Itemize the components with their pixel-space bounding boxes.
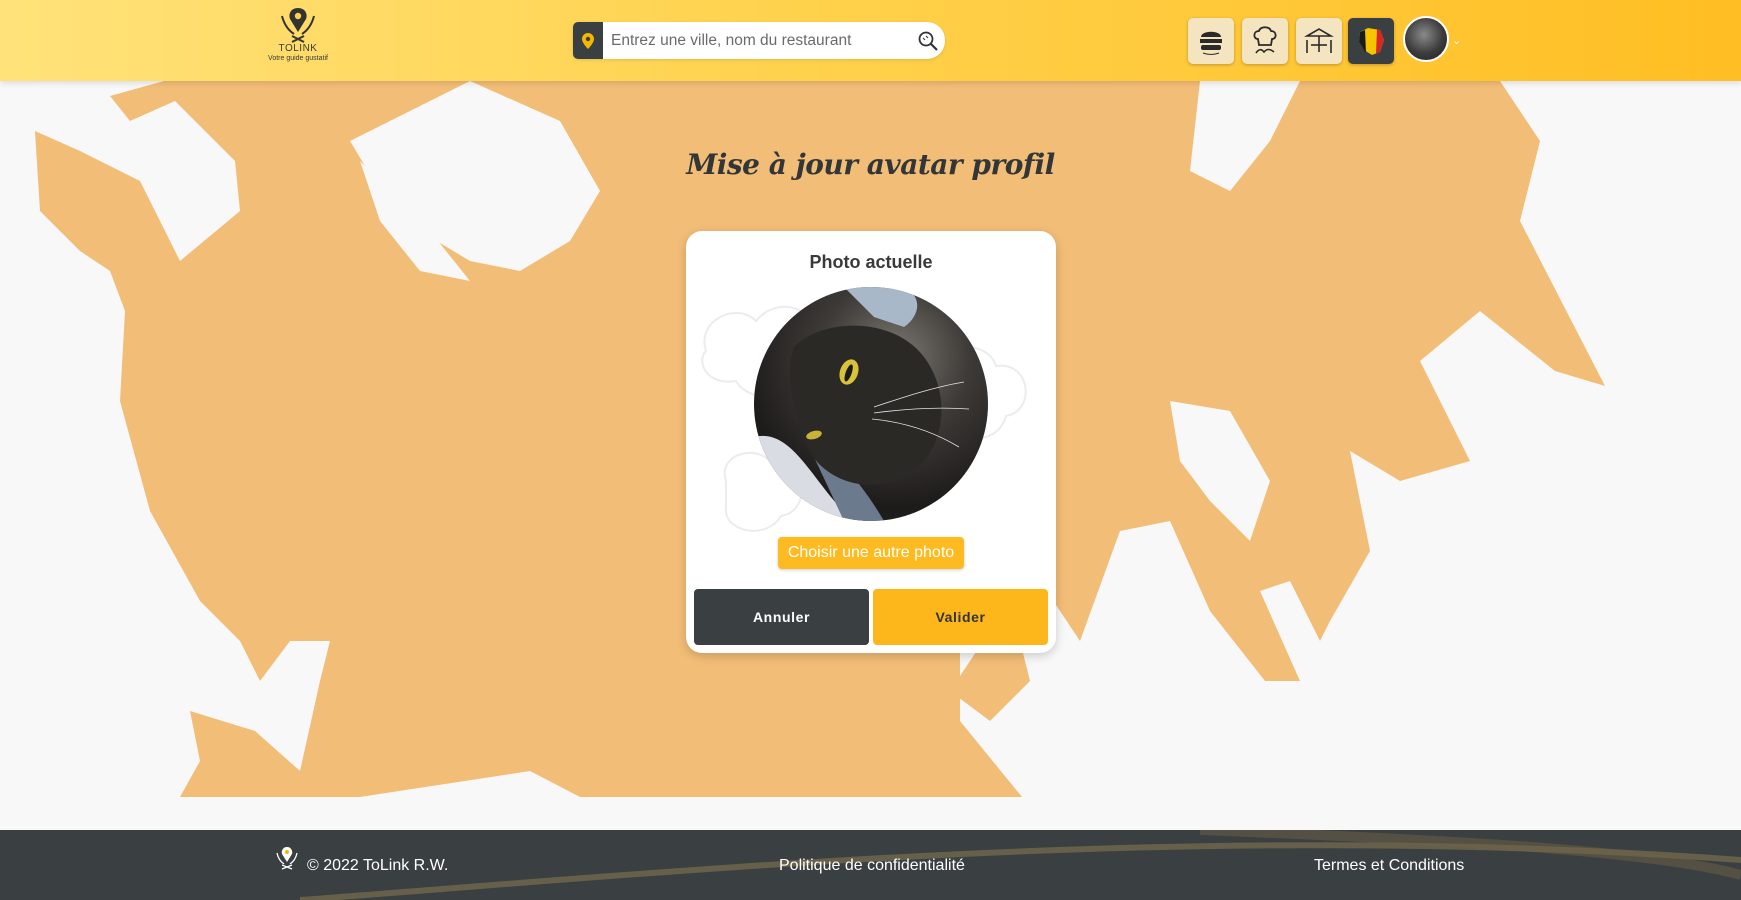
footer: © 2022 ToLink R.W. Politique de confiden… bbox=[0, 830, 1741, 900]
location-pin-icon bbox=[573, 22, 603, 59]
logo-icon bbox=[281, 8, 315, 43]
table-umbrella-icon bbox=[1304, 28, 1334, 53]
validate-button[interactable]: Valider bbox=[873, 589, 1048, 645]
choose-photo-button[interactable]: Choisir une autre photo bbox=[778, 537, 964, 569]
footer-copyright: © 2022 ToLink R.W. bbox=[307, 857, 449, 874]
page-title: Mise à jour avatar profil bbox=[686, 148, 1055, 181]
tolink-logo[interactable]: TOLINK Votre guide gustatif bbox=[262, 6, 334, 70]
belgium-tile[interactable] bbox=[1348, 18, 1394, 64]
search-input[interactable] bbox=[611, 28, 901, 53]
privacy-policy-link[interactable]: Politique de confidentialité bbox=[779, 857, 965, 875]
search-icon[interactable] bbox=[915, 28, 941, 54]
burger-tile[interactable] bbox=[1188, 18, 1234, 64]
terms-link[interactable]: Termes et Conditions bbox=[1314, 857, 1464, 875]
terrace-tile[interactable] bbox=[1296, 18, 1342, 64]
logo-tagline: Votre guide gustatif bbox=[268, 55, 328, 62]
search-bar bbox=[573, 22, 945, 59]
top-navbar: TOLINK Votre guide gustatif Entrez une v… bbox=[0, 0, 1741, 81]
belgium-map-icon bbox=[1359, 28, 1384, 55]
chef-tile[interactable] bbox=[1242, 18, 1288, 64]
chevron-down-icon[interactable]: ⌄ bbox=[1452, 34, 1461, 47]
logo-name: TOLINK bbox=[278, 43, 318, 54]
burger-icon bbox=[1200, 31, 1222, 55]
footer-logo-icon bbox=[273, 846, 301, 876]
card-title: Photo actuelle bbox=[809, 252, 933, 272]
current-avatar-photo bbox=[754, 287, 988, 521]
cat-photo-icon bbox=[754, 287, 970, 521]
cancel-button[interactable]: Annuler bbox=[694, 589, 869, 645]
chef-hat-icon bbox=[1253, 26, 1277, 54]
user-avatar[interactable] bbox=[1403, 16, 1449, 62]
avatar-update-card: Photo actuelle Choisir une autre photo A… bbox=[686, 231, 1056, 653]
